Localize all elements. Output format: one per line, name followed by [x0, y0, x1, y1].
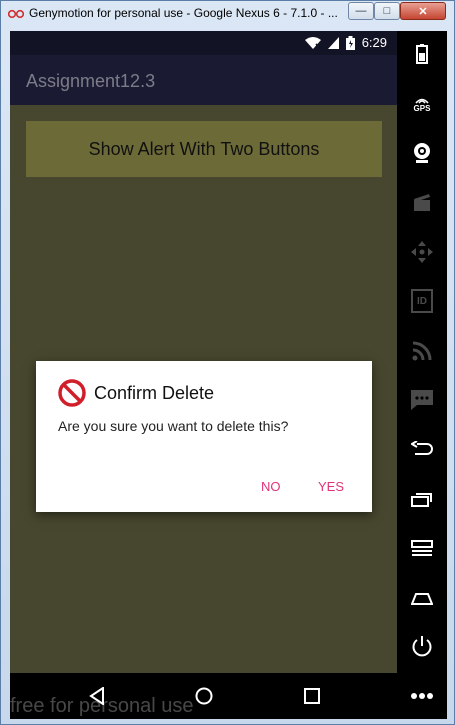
status-bar: 6:29	[10, 31, 397, 55]
close-button[interactable]: ✕	[400, 2, 446, 20]
genymotion-logo-icon	[8, 9, 24, 19]
menu-icon[interactable]	[407, 533, 437, 563]
nav-recents-icon[interactable]	[297, 681, 327, 711]
id-icon[interactable]: ID	[407, 286, 437, 316]
title-bar: Genymotion for personal use - Google Nex…	[1, 1, 455, 29]
phone-screen: 6:29 Assignment12.3 Show Alert With Two …	[10, 31, 397, 673]
app-bar: Assignment12.3	[10, 55, 397, 105]
app-title: Assignment12.3	[26, 71, 156, 91]
gps-label: GPS	[413, 103, 431, 113]
status-time: 6:29	[361, 35, 387, 50]
show-alert-button[interactable]: Show Alert With Two Buttons	[26, 121, 382, 177]
home-icon[interactable]	[407, 583, 437, 613]
yes-button[interactable]: YES	[318, 479, 344, 494]
id-label: ID	[411, 289, 433, 313]
webcam-icon[interactable]	[407, 138, 437, 168]
dpad-icon[interactable]	[407, 237, 437, 267]
no-button[interactable]: NO	[261, 479, 281, 494]
window-title: Genymotion for personal use - Google Nex…	[29, 6, 338, 20]
watermark-text: free for personal use	[10, 695, 194, 717]
recent-apps-icon[interactable]	[407, 484, 437, 514]
gps-icon[interactable]: GPS	[407, 89, 437, 119]
clapper-icon[interactable]	[407, 187, 437, 217]
nav-home-icon[interactable]	[189, 681, 219, 711]
battery-icon[interactable]	[407, 39, 437, 69]
maximize-button[interactable]: □	[374, 2, 400, 20]
dialog-title: Confirm Delete	[94, 382, 215, 403]
rss-icon[interactable]	[407, 336, 437, 366]
dialog-header: Confirm Delete	[58, 379, 214, 407]
dialog-message: Are you sure you want to delete this?	[58, 418, 289, 434]
emulator-window: Genymotion for personal use - Google Nex…	[0, 0, 455, 725]
back-icon[interactable]	[407, 434, 437, 464]
battery-status-icon	[345, 35, 355, 50]
sms-icon[interactable]	[407, 385, 437, 415]
power-icon[interactable]	[407, 631, 437, 661]
cell-signal-icon	[327, 36, 339, 49]
alert-dialog: Confirm Delete Are you sure you want to …	[36, 361, 372, 512]
minimize-button[interactable]: —	[348, 2, 374, 20]
no-entry-icon	[58, 379, 86, 407]
main-content: Show Alert With Two Buttons Confirm Dele…	[10, 105, 397, 673]
genymotion-side-panel: GPS ID	[397, 31, 447, 673]
more-icon[interactable]	[407, 681, 437, 711]
wifi-icon	[304, 36, 321, 49]
